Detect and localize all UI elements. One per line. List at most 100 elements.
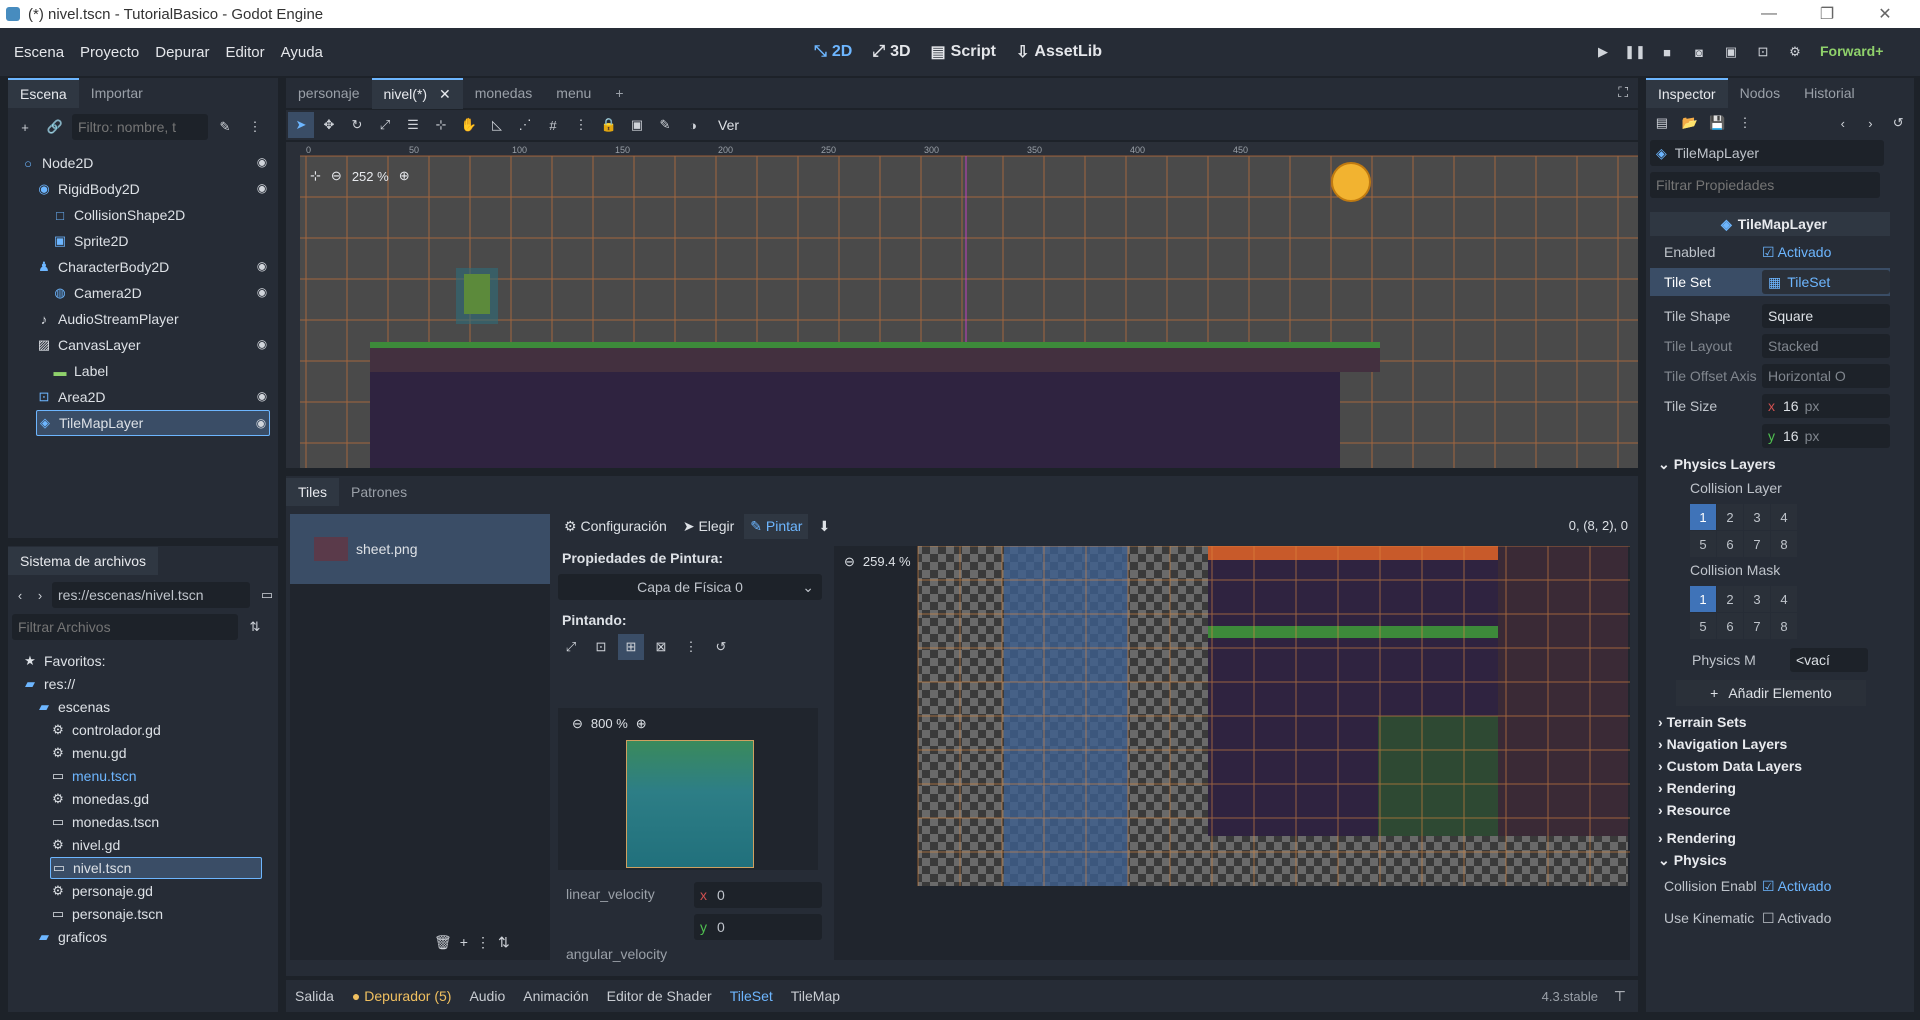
forward-icon[interactable]: › (32, 582, 48, 608)
pan-tool-icon[interactable]: ✋ (456, 112, 482, 138)
add-node-button[interactable]: + (12, 114, 38, 140)
file-item[interactable]: ▰ escenas (36, 696, 262, 718)
tile-shape-editor[interactable]: ⊖ 800 % ⊕ (558, 708, 818, 870)
layer-bit-7[interactable]: 7 (1744, 531, 1770, 557)
collision-layer-grid[interactable]: 1 2 3 4 5 6 7 8 (1690, 504, 1806, 558)
layer-bit-1[interactable]: 1 (1690, 504, 1716, 530)
tile-size-y[interactable]: y 16 px (1762, 424, 1890, 448)
visibility-eye-icon[interactable]: ◉ (254, 155, 270, 171)
file-item[interactable]: ⚙ controlador.gd (50, 719, 262, 741)
use-kinematic-checkbox[interactable]: ☐ Activado (1762, 910, 1831, 927)
tile-atlas-view[interactable]: ⊖ 259.4 % ⊕ (834, 546, 1630, 960)
layer-bit-1[interactable]: 1 (1690, 586, 1716, 612)
source-options-icon[interactable]: ⋮ (476, 934, 490, 951)
scene-node-node2d[interactable]: ○ Node2D ◉ (20, 150, 270, 176)
file-item[interactable]: ⚙ nivel.gd (50, 834, 262, 856)
play-scene-button[interactable]: ▣ (1718, 39, 1744, 65)
tab-tiles[interactable]: Tiles (286, 478, 340, 506)
tab-escena[interactable]: Escena (8, 78, 79, 108)
tab-nodos[interactable]: Nodos (1728, 79, 1792, 107)
tab-importar[interactable]: Importar (79, 79, 155, 107)
canvas-viewport[interactable]: 0 50 100 150 200 250 300 350 400 450 ⊹ ⊖ 252 % ⊕ (286, 142, 1638, 468)
inspected-node-select[interactable]: ◈ TileMapLayer (1650, 140, 1884, 166)
layer-bit-8[interactable]: 8 (1771, 531, 1797, 557)
layer-bit-8[interactable]: 8 (1771, 613, 1797, 639)
group-icon[interactable]: ▣ (624, 112, 650, 138)
zoom-out-small-icon[interactable]: ⊖ (572, 716, 583, 732)
history-back-icon[interactable]: ‹ (1831, 110, 1855, 136)
tile-size-x[interactable]: x 16 px (1762, 394, 1890, 418)
file-item[interactable]: ★ Favoritos: (22, 650, 262, 672)
back-icon[interactable]: ‹ (12, 582, 28, 608)
play-custom-button[interactable]: ⊡ (1750, 39, 1776, 65)
layer-bit-2[interactable]: 2 (1717, 504, 1743, 530)
mode-assetlib-button[interactable]: ⇩ AssetLib (1016, 42, 1102, 62)
picker-icon[interactable]: ⬇ (812, 514, 836, 539)
more-options-icon[interactable]: ⋮ (242, 114, 268, 140)
restore-button[interactable]: ❐ (1804, 0, 1850, 28)
file-item[interactable]: ▰ res:// (22, 673, 262, 695)
fit-icon[interactable]: ⤢ (558, 634, 584, 660)
layer-bit-4[interactable]: 4 (1771, 504, 1797, 530)
stop-button[interactable]: ■ (1654, 39, 1680, 65)
mode-2d-button[interactable]: ⤡ 2D (814, 42, 852, 62)
zoom-in-icon[interactable]: ⊕ (399, 168, 410, 184)
mode-script-button[interactable]: ▤ Script (931, 42, 996, 62)
shape-options-icon[interactable]: ⋮ (678, 634, 704, 660)
move-tool-icon[interactable]: ✥ (316, 112, 342, 138)
layer-bit-2[interactable]: 2 (1717, 586, 1743, 612)
file-filter-input[interactable] (12, 614, 238, 640)
tab-tileset[interactable]: TileSet (721, 988, 782, 1004)
tab-salida[interactable]: Salida (286, 988, 343, 1004)
tab-menu[interactable]: menu (544, 79, 603, 107)
tab-tilemap[interactable]: TileMap (782, 988, 849, 1004)
lv-x-field[interactable]: x0 (694, 882, 822, 908)
bone-icon[interactable]: ✎ (652, 112, 678, 138)
enabled-checkbox[interactable]: ☑ Activado (1762, 244, 1831, 261)
layer-bit-3[interactable]: 3 (1744, 586, 1770, 612)
object-history-icon[interactable]: ↺ (1886, 110, 1910, 136)
tab-animacion[interactable]: Animación (514, 988, 597, 1004)
shape-default-icon[interactable]: ⊡ (588, 634, 614, 660)
fullscreen-icon[interactable]: ⛶ (1618, 84, 1628, 101)
resource-options-icon[interactable]: ⋮ (1733, 110, 1757, 136)
close-tab-icon[interactable]: ✕ (439, 86, 451, 102)
collision-enabled-checkbox[interactable]: ☑ Activado (1762, 878, 1831, 895)
layer-bit-3[interactable]: 3 (1744, 504, 1770, 530)
tab-monedas[interactable]: monedas (463, 79, 545, 107)
new-tab-button[interactable]: + (603, 79, 635, 107)
mode-configuracion[interactable]: ⚙ Configuración (558, 514, 673, 539)
path-field[interactable]: res://escenas/nivel.tscn (52, 582, 250, 608)
link-icon[interactable]: 🔗 (42, 114, 68, 140)
scene-node-tilemaplayer[interactable]: ◈ TileMapLayer ◉ (36, 410, 270, 436)
play-button[interactable]: ▶ (1590, 39, 1616, 65)
collision-mask-grid[interactable]: 1 2 3 4 5 6 7 8 (1690, 586, 1806, 640)
rotate-tool-icon[interactable]: ↻ (344, 112, 370, 138)
sort-sources-icon[interactable]: ⇅ (498, 934, 510, 951)
movie-maker-button[interactable]: ⚙ (1782, 39, 1808, 65)
tile-layout-select[interactable]: Stacked (1762, 334, 1890, 358)
file-item[interactable]: ▭ nivel.tscn (50, 857, 262, 879)
tile-offset-select[interactable]: Horizontal O (1762, 364, 1890, 388)
terrain-sets-section[interactable]: › Terrain Sets (1650, 710, 1890, 734)
ruler-tool-icon[interactable]: ◺ (484, 112, 510, 138)
view-options-icon[interactable]: ◑ (680, 112, 706, 138)
navigation-layers-section[interactable]: › Navigation Layers (1650, 732, 1890, 756)
scene-node-rigidbody2d[interactable]: ◉ RigidBody2D ◉ (36, 176, 270, 202)
split-view-icon[interactable]: ▭ (254, 582, 280, 608)
open-resource-icon[interactable]: 📂 (1678, 110, 1702, 136)
file-item[interactable]: ⚙ menu.gd (50, 742, 262, 764)
list-select-icon[interactable]: ☰ (400, 112, 426, 138)
file-item[interactable]: ⚙ monedas.gd (50, 788, 262, 810)
physics-layer-select[interactable]: Capa de Física 0 ⌄ (558, 574, 822, 600)
tab-historial[interactable]: Historial (1792, 79, 1867, 107)
file-item[interactable]: ⚙ personaje.gd (50, 880, 262, 902)
shape-rect-icon[interactable]: ⊞ (618, 634, 644, 660)
add-source-icon[interactable]: + (460, 934, 468, 951)
zoom-out-icon[interactable]: ⊖ (331, 168, 342, 184)
close-button[interactable]: ✕ (1862, 0, 1908, 28)
new-resource-icon[interactable]: ▤ (1650, 110, 1674, 136)
physics-section[interactable]: ⌄ Physics (1650, 848, 1890, 872)
scene-node-camera2d[interactable]: ◍ Camera2D ◉ (52, 280, 270, 306)
file-item[interactable]: ▭ personaje.tscn (50, 903, 262, 925)
